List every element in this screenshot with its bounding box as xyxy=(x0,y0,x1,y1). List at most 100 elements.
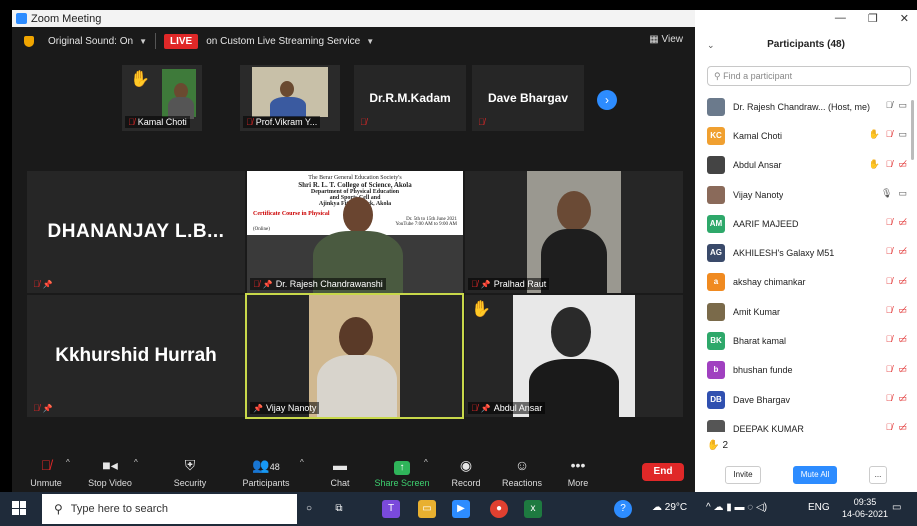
taskbar-search-input[interactable]: ⚲ Type here to search xyxy=(42,494,297,524)
participant-row[interactable]: DEEPAK KUMAR 🎙̸ ▭̸ xyxy=(695,414,917,432)
participant-row[interactable]: a akshay chimankar 🎙̸ ▭̸ xyxy=(695,268,917,297)
video-off-icon[interactable]: ▭̸ xyxy=(898,364,907,375)
invite-button[interactable]: Invite xyxy=(725,466,761,484)
restore-icon[interactable]: ❐ xyxy=(868,12,878,25)
muted-mic-icon[interactable]: 🎙̸ xyxy=(886,276,893,287)
taskbar-clock[interactable]: 09:35 14-06-2021 xyxy=(842,496,888,520)
participants-button[interactable]: 👥48 Participants xyxy=(236,456,296,488)
muted-mic-icon[interactable]: 🎙̸ xyxy=(886,422,893,432)
gallery-tile-abdul[interactable]: ✋ 🎙̸ 📌 Abdul Ansar xyxy=(465,295,683,417)
strip-tile-dave[interactable]: Dave Bhargav 🎙̸ xyxy=(472,65,584,131)
minimize-icon[interactable]: — xyxy=(835,12,846,25)
participant-row[interactable]: AM AARIF MAJEED 🎙̸ ▭̸ xyxy=(695,209,917,238)
video-off-icon[interactable]: ▭̸ xyxy=(898,276,907,287)
gallery-tile-rajesh[interactable]: The Berar General Education Society's Sh… xyxy=(247,171,463,293)
strip-tile-kadam[interactable]: Dr.R.M.Kadam 🎙̸ xyxy=(354,65,466,131)
panel-more-button[interactable]: ... xyxy=(869,466,887,484)
participant-search-input[interactable]: ⚲ Find a participant xyxy=(707,66,911,86)
original-sound-caret-icon[interactable]: ▼ xyxy=(139,37,147,46)
record-label: Record xyxy=(451,478,481,488)
record-button[interactable]: ◉ Record xyxy=(436,456,496,488)
participant-row[interactable]: BK Bharat kamal 🎙̸ ▭̸ xyxy=(695,326,917,355)
video-icon[interactable]: ▭ xyxy=(898,188,907,199)
participant-list-scrollbar[interactable] xyxy=(911,100,914,160)
participant-row[interactable]: Vijay Nanoty 🎙 ▭ xyxy=(695,180,917,209)
muted-mic-icon[interactable]: 🎙̸ xyxy=(886,334,893,345)
mic-icon[interactable]: 🎙 xyxy=(881,188,892,199)
reactions-button[interactable]: ☺ Reactions xyxy=(492,456,552,488)
tile-name: Kamal Choti xyxy=(137,117,187,127)
end-meeting-button[interactable]: End xyxy=(642,463,684,481)
more-button[interactable]: ••• More xyxy=(548,456,608,488)
security-shield-icon[interactable] xyxy=(24,35,34,47)
pin-icon: 📌 xyxy=(262,279,273,289)
participant-row[interactable]: DB Dave Bhargav 🎙̸ ▭̸ xyxy=(695,385,917,414)
muted-mic-icon[interactable]: 🎙̸ xyxy=(886,246,893,257)
notifications-icon[interactable]: ▭ xyxy=(892,502,901,513)
participant-row[interactable]: KC Kamal Choti ✋ 🎙̸ ▭ xyxy=(695,121,917,150)
participants-caret-icon[interactable]: ^ xyxy=(300,458,304,467)
file-explorer-icon[interactable]: ▭ xyxy=(418,500,436,518)
video-off-icon[interactable]: ▭̸ xyxy=(898,246,907,257)
input-language[interactable]: ENG xyxy=(808,502,830,513)
video-off-icon[interactable]: ▭̸ xyxy=(898,159,907,170)
live-service-menu[interactable]: on Custom Live Streaming Service xyxy=(206,36,360,47)
participant-row[interactable]: AG AKHILESH's Galaxy M51 🎙̸ ▭̸ xyxy=(695,238,917,267)
video-off-icon[interactable]: ▭̸ xyxy=(898,422,907,432)
video-off-icon[interactable]: ▭̸ xyxy=(898,334,907,345)
gallery-tile-pralhad[interactable]: 🎙̸ 📌 Pralhad Raut xyxy=(465,171,683,293)
gallery-tile-khurshid[interactable]: Kkhurshid Hurrah 🎙̸ 📌 xyxy=(27,295,245,417)
video-icon[interactable]: ▭ xyxy=(898,100,907,111)
raised-hands-number: 2 xyxy=(722,440,729,451)
strip-tile-kamal[interactable]: ✋ 🎙̸ Kamal Choti xyxy=(122,65,202,131)
tile-display-name: Dave Bhargav xyxy=(487,91,569,105)
participant-row[interactable]: Dr. Rajesh Chandraw... (Host, me) 🎙̸ ▭ xyxy=(695,92,917,121)
chevron-down-icon[interactable]: ⌄ xyxy=(707,32,715,58)
close-icon[interactable]: ✕ xyxy=(900,12,909,25)
mute-all-button[interactable]: Mute All xyxy=(793,466,837,484)
video-off-icon[interactable]: ▭̸ xyxy=(898,393,907,404)
grid-icon: ▦ xyxy=(649,34,659,45)
participant-row[interactable]: Amit Kumar 🎙̸ ▭̸ xyxy=(695,297,917,326)
video-camera-icon: ■◂ xyxy=(102,457,118,473)
muted-mic-icon[interactable]: 🎙̸ xyxy=(886,217,893,228)
original-sound-toggle[interactable]: Original Sound: On xyxy=(48,36,133,47)
cortana-icon[interactable]: ○ xyxy=(300,500,318,518)
live-badge: LIVE xyxy=(163,33,199,49)
muted-mic-icon[interactable]: 🎙̸ xyxy=(886,393,893,404)
video-off-icon[interactable]: ▭̸ xyxy=(898,305,907,316)
stop-video-button[interactable]: ■◂ Stop Video xyxy=(80,456,140,488)
mic-icon[interactable]: 🎙̸ xyxy=(886,100,893,111)
muted-mic-icon: 🎙̸ xyxy=(33,403,40,413)
live-service-caret-icon[interactable]: ▼ xyxy=(366,37,374,46)
windows-start-icon[interactable] xyxy=(12,501,26,515)
help-icon[interactable]: ? xyxy=(614,500,632,518)
muted-mic-icon[interactable]: 🎙̸ xyxy=(886,364,893,375)
weather-widget[interactable]: ☁ 29°C xyxy=(652,502,687,513)
participant-row[interactable]: b bhushan funde 🎙̸ ▭̸ xyxy=(695,356,917,385)
next-page-arrow-icon[interactable]: › xyxy=(597,90,617,110)
chat-button[interactable]: ▬ Chat xyxy=(310,456,370,488)
system-tray-icons[interactable]: ^ ☁ ▮ ▬ ◌ ◁) xyxy=(706,502,767,513)
video-off-icon[interactable]: ▭̸ xyxy=(898,217,907,228)
zoom-taskbar-icon[interactable]: ▶ xyxy=(452,500,470,518)
strip-tile-vikram[interactable]: 🎙̸ Prof.Vikram Y... xyxy=(240,65,340,131)
view-button[interactable]: ▦ View xyxy=(649,34,683,45)
chrome-icon[interactable]: ● xyxy=(490,500,508,518)
gallery-tile-dhananjay[interactable]: DHANANJAY L.B... 🎙̸ 📌 xyxy=(27,171,245,293)
video-icon[interactable]: ▭ xyxy=(898,129,907,140)
task-view-icon[interactable]: ⧉ xyxy=(330,500,348,518)
excel-icon[interactable]: x xyxy=(524,500,542,518)
video-options-caret-icon[interactable]: ^ xyxy=(134,458,138,467)
teams-app-icon[interactable]: T xyxy=(382,500,400,518)
audio-options-caret-icon[interactable]: ^ xyxy=(66,458,70,467)
share-options-caret-icon[interactable]: ^ xyxy=(424,458,428,467)
security-button[interactable]: ⛨ Security xyxy=(160,456,220,488)
gallery-tile-vijay-active-speaker[interactable]: 📌 Vijay Nanoty xyxy=(245,293,464,419)
muted-mic-icon[interactable]: 🎙̸ xyxy=(886,129,893,140)
window-controls: — ❐ ✕ xyxy=(835,12,909,25)
participant-row[interactable]: Abdul Ansar ✋ 🎙̸ ▭̸ xyxy=(695,151,917,180)
share-screen-button[interactable]: ↑ Share Screen xyxy=(372,456,432,488)
muted-mic-icon[interactable]: 🎙̸ xyxy=(886,305,893,316)
muted-mic-icon[interactable]: 🎙̸ xyxy=(886,159,893,170)
